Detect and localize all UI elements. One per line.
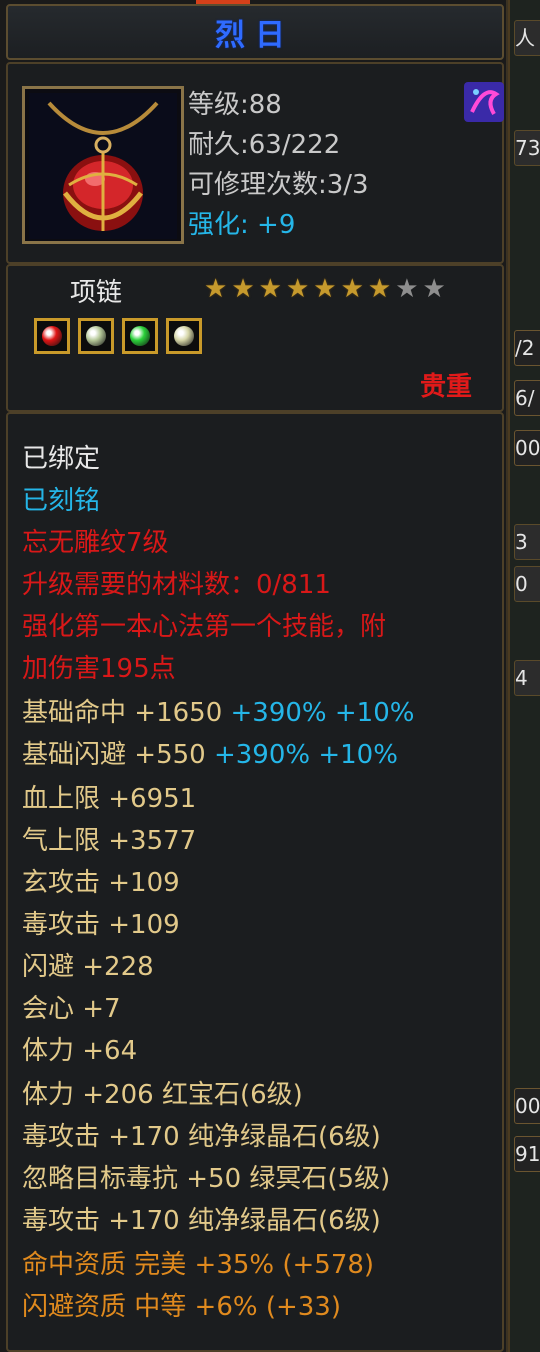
upgrade-material-line: 升级需要的材料数：0/811 <box>22 570 331 600</box>
attr-line: 玄攻击 +109 <box>22 868 180 898</box>
base-dodge-line: 基础闪避 +550 +390% +10% <box>22 738 398 772</box>
attr-line: 毒攻击 +170 纯净绿晶石(6级) <box>22 1122 381 1152</box>
dodge-aptitude-line: 闪避资质 中等 +6% (+33) <box>22 1292 341 1322</box>
special-badge-icon <box>464 82 504 122</box>
attr-line: 体力 +64 <box>22 1036 138 1066</box>
base-dodge-pct2: +10% <box>318 740 398 770</box>
engrave-skill-line: 忘无雕纹7级 <box>22 528 169 558</box>
enhance-skill-line: 强化第一本心法第一个技能，附 <box>22 612 387 642</box>
extra-damage-line: 加伤害195点 <box>22 654 176 684</box>
attr-line: 闪避 +228 <box>22 952 154 982</box>
gem-socket[interactable] <box>166 318 202 354</box>
gem-sockets <box>34 318 202 354</box>
item-type: 项链 <box>70 278 123 308</box>
bg-cell: 6/ <box>514 380 540 416</box>
gem-socket[interactable] <box>34 318 70 354</box>
green-gem-icon <box>130 326 150 346</box>
attribute-panel: 已绑定 已刻铭 忘无雕纹7级 升级需要的材料数：0/811 强化第一本心法第一个… <box>6 412 504 1352</box>
bg-cell: 00 <box>514 1088 540 1124</box>
base-hit-line: 基础命中 +1650 +390% +10% <box>22 696 414 730</box>
item-info-panel: 等级:88 耐久:63/222 可修理次数:3/3 强化: +9 <box>6 62 504 264</box>
bg-cell: /2 <box>514 330 540 366</box>
enhance-value: +9 <box>257 210 296 240</box>
item-enhance: 强化: +9 <box>188 204 295 241</box>
item-durability: 耐久:63/222 <box>188 130 341 160</box>
star-filled-icon: ★ <box>204 274 228 304</box>
bg-cell: 73 <box>514 130 540 166</box>
star-filled-icon: ★ <box>231 274 255 304</box>
attr-line: 毒攻击 +170 纯净绿晶石(6级) <box>22 1206 381 1236</box>
bg-cell: 3 <box>514 524 540 560</box>
star-empty-icon: ★ <box>395 274 419 304</box>
star-filled-icon: ★ <box>367 274 392 304</box>
item-tooltip: 烈日 等级:88 耐久:63/222 可修理次数:3/3 强化: +9 项链 ★… <box>0 0 508 1352</box>
pale-gem-icon <box>174 326 194 346</box>
base-hit-pct2: +10% <box>334 698 415 728</box>
star-filled-icon: ★ <box>285 274 310 304</box>
red-gem-icon <box>42 326 62 346</box>
base-hit-label: 基础命中 <box>22 698 127 728</box>
base-dodge-label: 基础闪避 <box>22 740 127 770</box>
star-filled-icon: ★ <box>340 274 364 304</box>
base-dodge-value: +550 <box>134 740 206 770</box>
item-name: 烈日 <box>215 18 295 53</box>
bound-status: 已绑定 <box>22 444 101 474</box>
attr-line: 血上限 +6951 <box>22 784 197 814</box>
attr-line: 气上限 +3577 <box>22 826 197 856</box>
bg-cell: 人 <box>514 20 540 56</box>
item-type-panel: 项链 ★ ★ ★ ★ ★ ★ ★ ★ ★ 贵重 <box>6 264 504 412</box>
item-repair-count: 可修理次数:3/3 <box>188 170 369 200</box>
engraved-status: 已刻铭 <box>22 486 101 516</box>
base-hit-value: +1650 <box>134 698 223 728</box>
attr-line: 体力 +206 红宝石(6级) <box>22 1080 303 1110</box>
item-icon-frame <box>22 86 184 244</box>
bg-cell: 00 <box>514 430 540 466</box>
star-empty-icon: ★ <box>422 274 446 304</box>
bg-cell: 0 <box>514 566 540 602</box>
attr-line: 会心 +7 <box>22 994 121 1024</box>
base-hit-pct1: +390% <box>230 698 327 728</box>
star-rating: ★ ★ ★ ★ ★ ★ ★ ★ ★ <box>204 276 446 302</box>
attr-line: 忽略目标毒抗 +50 绿冥石(5级) <box>22 1164 391 1194</box>
item-level: 等级:88 <box>188 90 282 120</box>
star-filled-icon: ★ <box>258 274 282 304</box>
base-dodge-pct1: +390% <box>213 740 311 770</box>
attr-line: 毒攻击 +109 <box>22 910 180 940</box>
title-bar: 烈日 <box>6 4 504 60</box>
star-filled-icon: ★ <box>313 274 337 304</box>
necklace-icon <box>29 93 177 239</box>
item-rarity: 贵重 <box>419 372 472 402</box>
pale-gem-icon <box>86 326 106 346</box>
bg-cell: 91 <box>514 1136 540 1172</box>
background-game-panel: 人 73 /2 6/ 00 3 0 4 00 91 <box>508 0 540 1352</box>
gem-socket[interactable] <box>78 318 114 354</box>
gem-socket[interactable] <box>122 318 158 354</box>
enhance-label: 强化: <box>188 210 249 240</box>
hit-aptitude-line: 命中资质 完美 +35% (+578) <box>22 1250 375 1280</box>
bg-cell: 4 <box>514 660 540 696</box>
